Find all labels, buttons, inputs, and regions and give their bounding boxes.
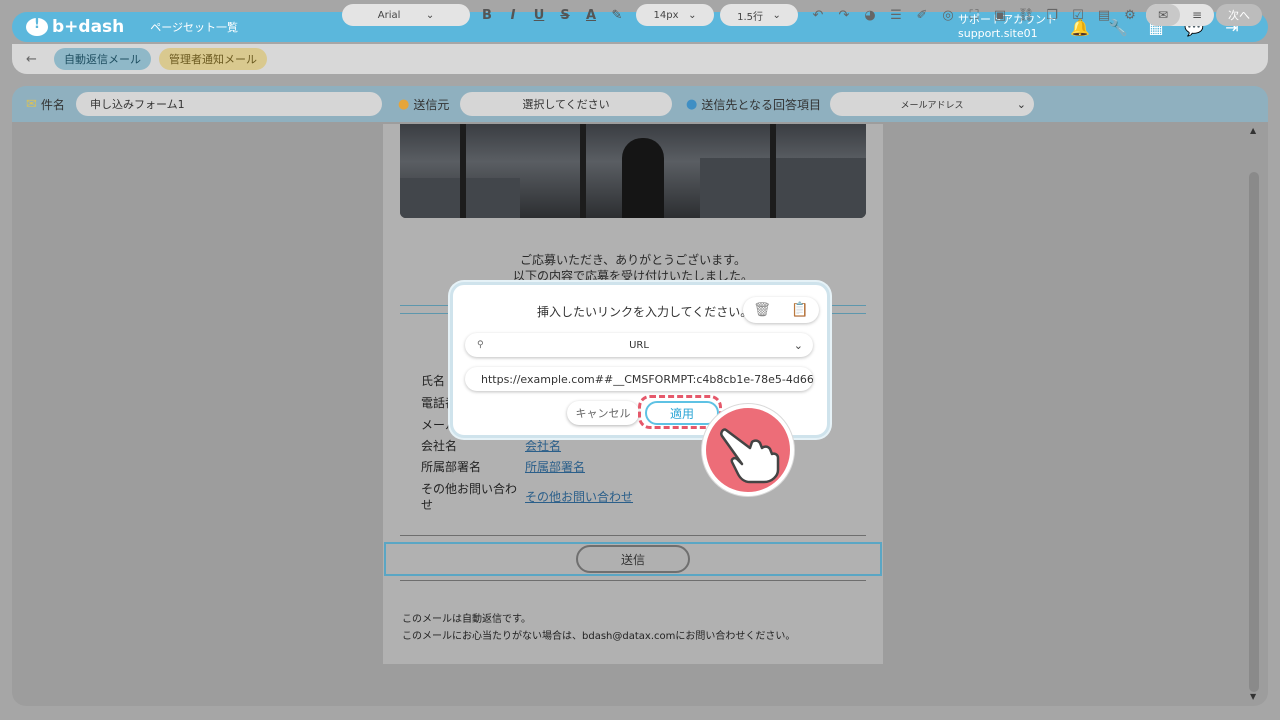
palette-icon[interactable]: ◕ <box>860 5 880 25</box>
dialog-actions: 🗑 📋 <box>743 297 819 323</box>
info-value-department[interactable]: 所属部署名 <box>525 458 585 475</box>
editor-toolbar: ← 自動返信メール 管理者通知メール <box>12 44 1268 74</box>
cancel-button[interactable]: キャンセル <box>567 401 639 425</box>
footer-line-1: このメールは自動返信です。 <box>402 614 531 625</box>
tab-admin-notify-mail[interactable]: 管理者通知メール <box>159 48 267 70</box>
recipient-select[interactable]: メールアドレス ⌄ <box>830 92 1034 116</box>
hero-image[interactable] <box>400 124 866 218</box>
subject-label: ✉ 件名 <box>26 96 65 113</box>
footer-line-2: このメールにお心当たりがない場合は、bdash@datax.comにお問い合わせ… <box>402 631 796 642</box>
fullscreen-icon[interactable]: ⛶ <box>964 5 984 25</box>
subject-input-value: 申し込みフォーム1 <box>90 98 185 111</box>
sender-label-text: 送信元 <box>413 98 450 112</box>
logo-text: b+dash <box>52 17 125 37</box>
font-size-select[interactable]: 14px ⌄ <box>636 4 714 26</box>
back-arrow-icon[interactable]: ← <box>26 52 46 67</box>
scrollbar-thumb[interactable] <box>1249 172 1259 692</box>
trash-icon[interactable]: 🗑 <box>753 302 771 318</box>
italic-button[interactable]: I <box>504 5 522 25</box>
person-silhouette <box>622 138 664 218</box>
info-value-other[interactable]: その他お問い合わせ <box>525 488 633 505</box>
url-input[interactable]: https://example.com##__CMSFORMPT:c4b8cb1… <box>465 367 813 391</box>
bold-button[interactable]: B <box>478 5 496 25</box>
clipboard-plus-icon[interactable]: 📋 <box>791 302 808 318</box>
sender-label: ● 送信元 <box>398 96 449 113</box>
copy-icon[interactable]: ❐ <box>1042 5 1062 25</box>
info-label-company: 会社名 <box>421 439 458 453</box>
undo-icon[interactable]: ↶ <box>808 5 828 25</box>
thanks-message[interactable]: ご応募いただき、ありがとうございます。 以下の内容で応募を受け付けいたしました。 <box>383 252 883 284</box>
subject-label-text: 件名 <box>40 98 65 112</box>
link-icon[interactable]: ⛓ <box>1016 5 1036 25</box>
image-icon[interactable]: ▣ <box>990 5 1010 25</box>
recipient-select-value: メールアドレス <box>900 100 964 111</box>
info-label-name: 氏名 <box>421 374 446 388</box>
redo-icon[interactable]: ↷ <box>834 5 854 25</box>
bdash-logo[interactable]: b+dash <box>26 17 124 37</box>
line-height-value: 1.5行 <box>737 11 763 23</box>
clipboard-check-icon[interactable]: ☑ <box>1068 5 1088 25</box>
tab-auto-reply-mail[interactable]: 自動返信メール <box>54 48 151 70</box>
view-toggle: ✉ ≡ <box>1146 4 1214 26</box>
text-color-button[interactable]: A <box>582 5 600 25</box>
submit-button[interactable]: 送信 <box>576 545 690 573</box>
pen-icon[interactable]: ✐ <box>912 5 932 25</box>
format-buttons: B I U S A ✎ <box>478 5 626 25</box>
page-set-list-link[interactable]: ページセット一覧 <box>150 19 238 35</box>
user-icon: ● <box>686 97 698 112</box>
recipient-label: ● 送信先となる回答項目 <box>686 96 821 113</box>
underline-button[interactable]: U <box>530 5 548 25</box>
logo-icon <box>26 17 48 36</box>
chevron-down-icon: ⌄ <box>1016 97 1026 111</box>
hand-glyph <box>720 428 780 484</box>
divider <box>400 535 866 536</box>
sender-select-value: 選択してください <box>522 98 610 111</box>
info-label-department: 所属部署名 <box>421 460 482 474</box>
chevron-down-icon: ⌄ <box>793 338 803 352</box>
next-button[interactable]: 次へ <box>1216 4 1262 26</box>
search-icon: ⚲ <box>477 340 484 350</box>
font-size-value: 14px <box>653 9 679 21</box>
divider <box>400 580 866 581</box>
scroll-down-icon[interactable]: ▼ <box>1250 692 1256 701</box>
mail-view-icon[interactable]: ✉ <box>1146 4 1180 26</box>
scroll-up-icon[interactable]: ▲ <box>1250 126 1256 135</box>
text-view-icon[interactable]: ≡ <box>1180 4 1214 26</box>
recipient-label-text: 送信先となる回答項目 <box>701 98 821 112</box>
gear-icon[interactable]: ⚙ <box>1120 5 1140 25</box>
subject-input[interactable]: 申し込みフォーム1 <box>76 92 382 116</box>
dialog-title: 挿入したいリンクを入力してください。 <box>537 305 753 319</box>
envelope-icon: ✉ <box>26 97 37 112</box>
link-type-value: URL <box>629 339 649 351</box>
strikethrough-button[interactable]: S <box>556 5 574 25</box>
layout-icon[interactable]: ▤ <box>1094 5 1114 25</box>
align-icon[interactable]: ☰ <box>886 5 906 25</box>
info-label-other: その他お問い合わせ <box>421 482 518 512</box>
pointer-hand-icon <box>702 404 794 496</box>
link-type-select[interactable]: ⚲ URL ⌄ <box>465 333 813 357</box>
font-family-select[interactable]: Arial ⌄ <box>342 4 470 26</box>
line-height-select[interactable]: 1.5行 ⌄ <box>720 4 798 26</box>
target-icon[interactable]: ◎ <box>938 5 958 25</box>
tool-buttons: ↶ ↷ ◕ ☰ ✐ ◎ ⛶ ▣ ⛓ ❐ ☑ ▤ ⚙ <box>808 5 1140 25</box>
highlight-icon[interactable]: ✎ <box>608 5 626 25</box>
user-icon: ● <box>398 97 410 112</box>
font-family-value: Arial <box>377 9 401 21</box>
account-id: support.site01 <box>958 27 1038 40</box>
sender-select[interactable]: 選択してください <box>460 92 672 116</box>
info-value-company[interactable]: 会社名 <box>525 437 561 454</box>
thanks-line-1: ご応募いただき、ありがとうございます。 <box>520 253 746 267</box>
